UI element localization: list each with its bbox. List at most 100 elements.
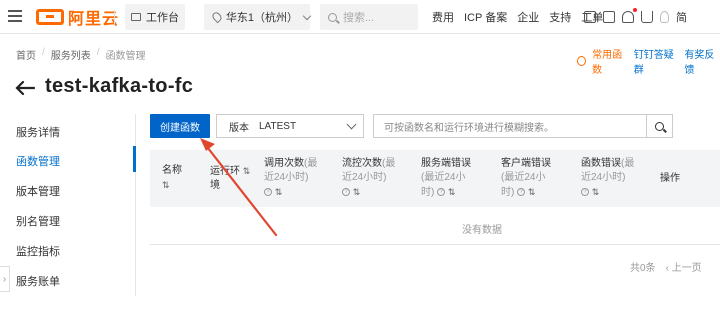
sort-icon[interactable]: ⇅ [353,187,361,197]
sort-icon[interactable]: ⇅ [592,187,600,197]
column-title: 服务端错误 [421,158,471,169]
page-title: test-kafka-to-fc [45,75,194,97]
column-subtitle-line3: 时) [501,187,515,198]
column-subtitle: (最 [304,158,318,169]
column-subtitle: (最近24小 [421,172,466,183]
column-header-throttles[interactable]: 流控次数(最 近24小时) ? ⇅ [342,157,395,200]
breadcrumb-separator: / [96,47,100,58]
nav-billing[interactable]: 费用 [432,9,454,25]
avatar[interactable]: 简 [676,9,687,25]
pagination-prev-label: 上一页 [671,263,702,274]
column-title: 运行环 [210,166,240,177]
column-title: 调用次数 [264,158,304,169]
region-label: 华东1（杭州） [225,12,298,24]
bulb-icon[interactable] [660,11,669,23]
version-select-label: 版本 [229,122,249,134]
workbench-button[interactable]: 工作台 [125,4,185,30]
top-icons: 简 [584,0,687,34]
column-subtitle: (最 [621,158,635,169]
breadcrumb-current: 函数管理 [105,51,146,62]
breadcrumb: 首页 / 服务列表 / 函数管理 [16,47,146,62]
pagination-prev-button[interactable]: ‹ 上一页 [666,259,702,274]
terminal-icon[interactable] [603,11,615,23]
divider [114,10,115,24]
table-empty-row [150,207,720,245]
column-subtitle-line2: 近24小时) [581,172,626,183]
aliyun-logo[interactable]: 阿里云 [36,6,119,28]
pagination-total: 共0条 [630,263,656,274]
function-search-placeholder: 可按函数名和运行环境进行模糊搜索。 [384,122,554,134]
help-icon[interactable]: ? [437,188,446,197]
top-bar: 阿里云 工作台 华东1（杭州） 搜索... 费用 ICP 备案 企业 支持 工单… [0,0,720,34]
common-functions-link[interactable]: 常用函数 [592,46,628,76]
version-select-value: LATEST [259,120,297,132]
global-search-input[interactable]: 搜索... [320,4,418,30]
bell-icon[interactable] [622,8,637,23]
search-icon [655,121,664,131]
region-selector[interactable]: 华东1（杭州） [204,4,312,30]
column-subtitle: (最 [382,158,396,169]
location-pin-icon [210,10,224,24]
logo-text: 阿里云 [68,11,120,28]
sort-icon[interactable]: ⇅ [528,187,536,197]
column-title: 流控次数 [342,158,382,169]
code-icon[interactable] [584,11,596,23]
nav-support[interactable]: 支持 [549,9,571,25]
sidebar-item-versions[interactable]: 版本管理 [16,183,60,199]
nav-enterprise[interactable]: 企业 [517,9,539,25]
sort-icon[interactable]: ⇅ [275,187,283,197]
create-function-button[interactable]: 创建函数 [150,114,210,138]
column-header-actions: 操作 [660,173,680,184]
header-links: 常用函数 钉钉答疑群 有奖反馈 [577,46,720,76]
help-icon[interactable]: ? [342,188,350,197]
hamburger-menu-icon[interactable] [8,10,22,22]
back-arrow-icon[interactable] [15,80,35,96]
dingtalk-group-link[interactable]: 钉钉答疑群 [634,46,679,76]
sidebar-item-service-details[interactable]: 服务详情 [16,124,60,140]
sidebar-item-billing[interactable]: 服务账单 [16,273,60,289]
breadcrumb-home[interactable]: 首页 [16,47,36,62]
clock-icon [577,56,587,66]
column-header-invocations[interactable]: 调用次数(最 近24小时) ? ⇅ [264,157,317,200]
column-title: 客户端错误 [501,158,551,169]
column-subtitle-line3: 时) [421,187,435,198]
column-subtitle-line2: 近24小时) [342,172,387,183]
sidebar-item-functions[interactable]: 函数管理 [16,153,60,169]
column-title: 名称 [162,165,182,176]
column-header-server-errors[interactable]: 服务端错误 (最近24小 时) ? ⇅ [421,157,471,200]
pagination: 共0条 ‹ 上一页 [630,259,702,274]
feedback-link[interactable]: 有奖反馈 [684,46,720,76]
sort-icon[interactable]: ⇅ [448,187,456,197]
help-icon[interactable]: ? [264,188,272,197]
search-icon [328,12,337,22]
empty-state-text: 没有数据 [462,225,502,236]
sort-icon[interactable]: ⇅ [243,166,251,176]
sidebar-active-indicator [133,146,136,172]
breadcrumb-service-list[interactable]: 服务列表 [51,47,91,62]
column-header-function-errors[interactable]: 函数错误(最 近24小时) ? ⇅ [581,157,634,200]
column-subtitle: (最近24小 [501,172,546,183]
nav-icp[interactable]: ICP 备案 [464,9,507,25]
help-icon[interactable]: ? [581,188,589,197]
function-search-input[interactable]: 可按函数名和运行环境进行模糊搜索。 [373,114,647,138]
workbench-label: 工作台 [146,12,179,24]
column-title: 函数错误 [581,158,621,169]
version-select[interactable]: 版本 LATEST [216,114,364,138]
sort-icon[interactable]: ⇅ [162,178,182,192]
sidebar [0,114,136,296]
sidebar-collapse-button[interactable]: › [0,266,10,292]
search-button[interactable] [647,114,673,138]
top-nav: 费用 ICP 备案 企业 支持 工单 [432,0,603,34]
chevron-down-icon [302,11,312,20]
breadcrumb-separator: / [42,47,45,58]
workbench-icon [131,13,141,21]
global-search-placeholder: 搜索... [343,12,375,24]
column-header-name[interactable]: 名称 ⇅ [162,164,182,192]
sidebar-item-metrics[interactable]: 监控指标 [16,243,60,259]
column-header-runtime[interactable]: 运行环 ⇅ 境 [210,164,250,193]
column-header-client-errors[interactable]: 客户端错误 (最近24小 时) ? ⇅ [501,157,551,200]
sidebar-item-aliases[interactable]: 别名管理 [16,213,60,229]
column-subtitle-line2: 近24小时) [264,172,309,183]
help-icon[interactable]: ? [517,188,526,197]
cart-icon[interactable] [641,11,653,23]
